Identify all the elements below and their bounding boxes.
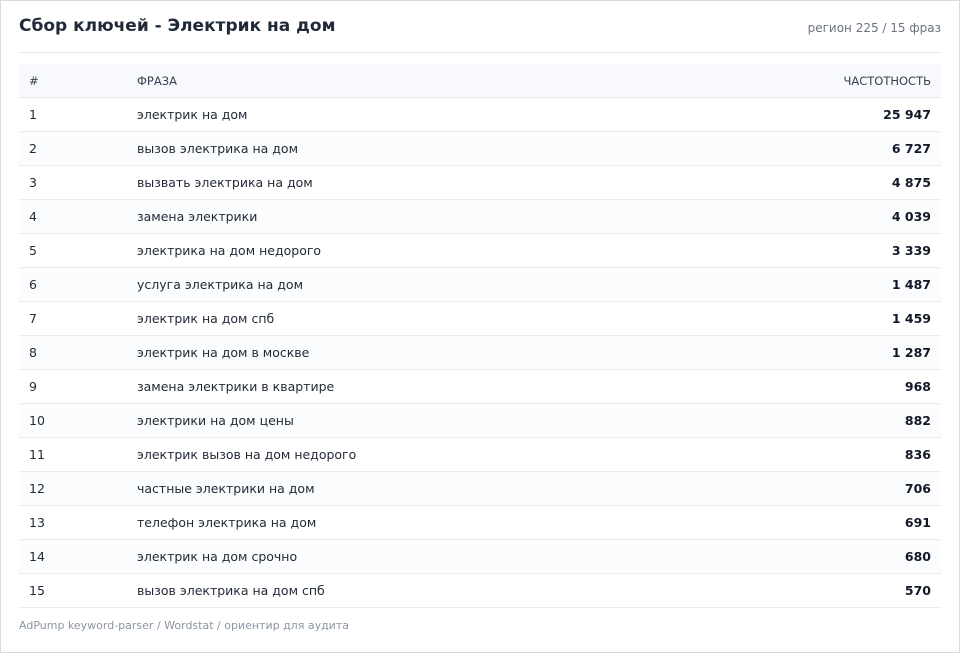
frequency-value: 570 (904, 583, 931, 598)
keyword-phrase: замена электрики (137, 209, 258, 224)
source-footer: AdPump keyword-parser / Wordstat / ориен… (19, 619, 349, 632)
frequency-cell: 680 (771, 549, 941, 564)
row-number: 14 (29, 549, 45, 564)
frequency-cell: 1 487 (771, 277, 941, 292)
frequency-value: 882 (904, 413, 931, 428)
keyword-phrase: услуга электрика на дом (137, 277, 303, 292)
table-row: 8 электрик на дом в москве 1 287 (19, 336, 941, 370)
table-row: 2 вызов электрика на дом 6 727 (19, 132, 941, 166)
keyword-phrase: электрика на дом недорого (137, 243, 322, 258)
keywords-table: # ФРАЗА ЧАСТОТНОСТЬ 1 электрик на дом 25… (19, 64, 941, 608)
keyword-phrase: электрик на дом спб (137, 311, 275, 326)
row-number: 5 (29, 243, 37, 258)
table-row: 1 электрик на дом 25 947 (19, 98, 941, 132)
frequency-value: 691 (904, 515, 931, 530)
frequency-value: 1 287 (891, 345, 931, 360)
keyword-phrase: электрик на дом срочно (137, 549, 298, 564)
column-header-phrase: ФРАЗА (137, 73, 177, 88)
report-window: Сбор ключей - Электрик на дом регион 225… (0, 0, 960, 653)
table-row: 14 электрик на дом срочно 680 (19, 540, 941, 574)
keyword-phrase: электрик вызов на дом недорого (137, 447, 357, 462)
frequency-cell: 3 339 (771, 243, 941, 258)
column-header-number: # (29, 73, 39, 88)
frequency-cell: 836 (771, 447, 941, 462)
row-number: 10 (29, 413, 45, 428)
table-row: 7 электрик на дом спб 1 459 (19, 302, 941, 336)
row-number: 4 (29, 209, 37, 224)
table-row: 5 электрика на дом недорого 3 339 (19, 234, 941, 268)
frequency-cell: 706 (771, 481, 941, 496)
row-number: 11 (29, 447, 45, 462)
table-header: # ФРАЗА ЧАСТОТНОСТЬ (19, 64, 941, 98)
frequency-cell: 1 459 (771, 311, 941, 326)
frequency-cell: 882 (771, 413, 941, 428)
frequency-cell: 25 947 (771, 107, 941, 122)
keyword-phrase: вызов электрика на дом спб (137, 583, 325, 598)
frequency-value: 968 (904, 379, 931, 394)
frequency-cell: 570 (771, 583, 941, 598)
report-header: Сбор ключей - Электрик на дом регион 225… (19, 1, 941, 53)
row-number: 9 (29, 379, 37, 394)
row-number: 1 (29, 107, 37, 122)
region-summary: регион 225 / 15 фраз (807, 20, 941, 35)
table-row: 15 вызов электрика на дом спб 570 (19, 574, 941, 608)
frequency-cell: 6 727 (771, 141, 941, 156)
keyword-phrase: телефон электрика на дом (137, 515, 317, 530)
row-number: 7 (29, 311, 37, 326)
keyword-phrase: вызов электрика на дом (137, 141, 299, 156)
frequency-value: 836 (904, 447, 931, 462)
frequency-cell: 1 287 (771, 345, 941, 360)
frequency-value: 1 487 (891, 277, 931, 292)
column-header-frequency: ЧАСТОТНОСТЬ (843, 73, 931, 88)
table-row: 13 телефон электрика на дом 691 (19, 506, 941, 540)
row-number: 3 (29, 175, 37, 190)
table-row: 3 вызвать электрика на дом 4 875 (19, 166, 941, 200)
keyword-phrase: электрик на дом (137, 107, 248, 122)
row-number: 2 (29, 141, 37, 156)
page-title: Сбор ключей - Электрик на дом (19, 15, 336, 36)
row-number: 8 (29, 345, 37, 360)
frequency-cell: 968 (771, 379, 941, 394)
row-number: 13 (29, 515, 45, 530)
table-row: 6 услуга электрика на дом 1 487 (19, 268, 941, 302)
keyword-phrase: электрик на дом в москве (137, 345, 310, 360)
keyword-phrase: замена электрики в квартире (137, 379, 335, 394)
table-row: 9 замена электрики в квартире 968 (19, 370, 941, 404)
frequency-cell: 4 039 (771, 209, 941, 224)
row-number: 12 (29, 481, 45, 496)
keyword-phrase: вызвать электрика на дом (137, 175, 313, 190)
keyword-phrase: электрики на дом цены (137, 413, 294, 428)
frequency-value: 706 (904, 481, 931, 496)
frequency-value: 4 875 (891, 175, 931, 190)
frequency-value: 4 039 (891, 209, 931, 224)
table-row: 12 частные электрики на дом 706 (19, 472, 941, 506)
frequency-value: 680 (904, 549, 931, 564)
frequency-value: 25 947 (883, 107, 931, 122)
frequency-cell: 4 875 (771, 175, 941, 190)
frequency-value: 3 339 (891, 243, 931, 258)
frequency-value: 1 459 (891, 311, 931, 326)
frequency-cell: 691 (771, 515, 941, 530)
table-row: 11 электрик вызов на дом недорого 836 (19, 438, 941, 472)
table-row: 4 замена электрики 4 039 (19, 200, 941, 234)
frequency-value: 6 727 (891, 141, 931, 156)
table-row: 10 электрики на дом цены 882 (19, 404, 941, 438)
row-number: 6 (29, 277, 37, 292)
keyword-phrase: частные электрики на дом (137, 481, 315, 496)
row-number: 15 (29, 583, 45, 598)
